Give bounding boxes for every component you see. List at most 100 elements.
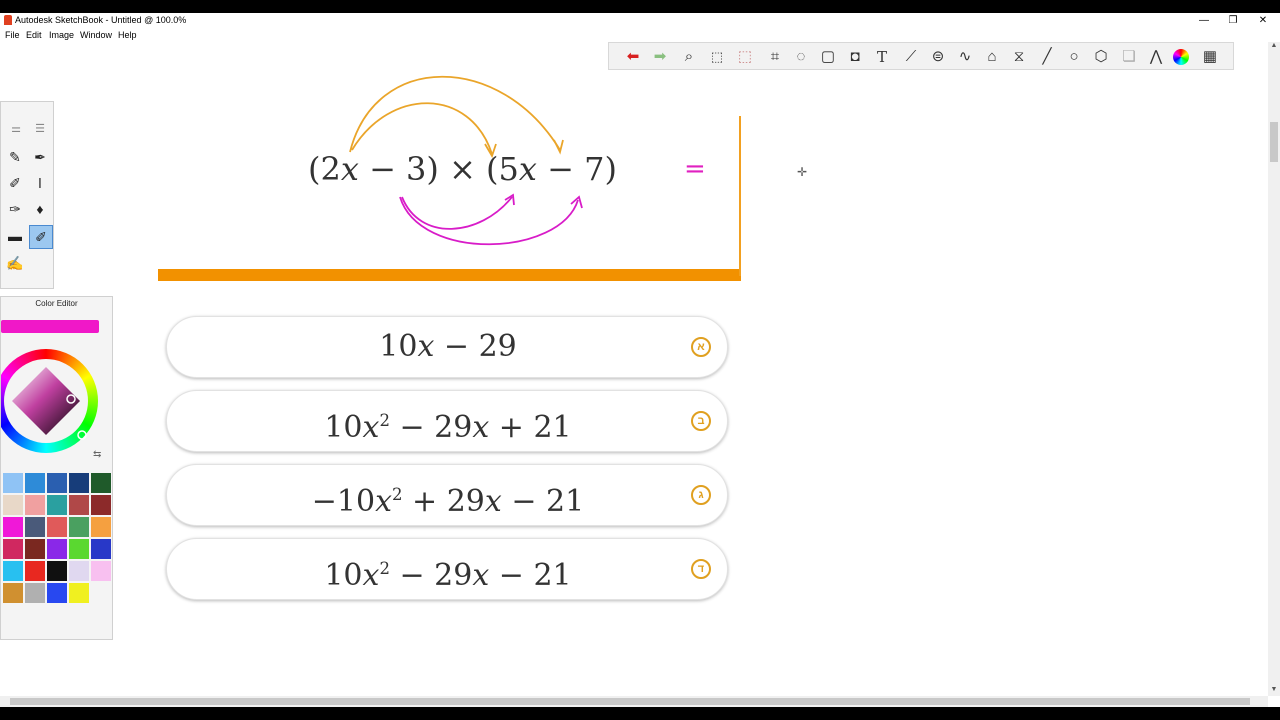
perspective-icon[interactable]: ⌂ [982, 47, 1002, 67]
brush-palette: ⚌ ☰ ✎ ✒ ✐ ǀ ✑ ♦ ▬ ✐ ✍ [0, 101, 54, 289]
answer-option-4[interactable]: 10x2 − 29x − 21 ד [166, 538, 728, 600]
equals-sign: = [684, 154, 706, 184]
brush-list-icon[interactable]: ☰ [29, 118, 51, 140]
color-swatch[interactable] [3, 495, 23, 515]
palette-grid-icon[interactable]: ▦ [1200, 47, 1220, 67]
undo-icon[interactable]: ⬅ [623, 47, 643, 67]
color-swatch[interactable] [47, 517, 67, 537]
menu-bar: File Edit Image Window Help [0, 28, 1280, 42]
french-curve-icon[interactable]: ∿ [955, 47, 975, 67]
color-swatch[interactable] [3, 583, 23, 603]
ellipse-icon[interactable]: ⊜ [928, 47, 948, 67]
color-swatch[interactable] [3, 517, 23, 537]
brush-library-icon[interactable]: ⋀ [1146, 47, 1166, 67]
orange-underline [158, 269, 741, 281]
color-editor-panel: Color Editor ⇆ [0, 296, 113, 640]
transform-icon[interactable]: ▢ [818, 47, 838, 67]
color-editor-title: Color Editor [35, 299, 78, 308]
color-swatch[interactable] [47, 539, 67, 559]
color-adjust-icon[interactable]: ⇆ [93, 449, 101, 460]
distribution-arrows [349, 76, 583, 246]
color-wheel[interactable] [1, 337, 111, 465]
color-swatch[interactable] [47, 495, 67, 515]
minimize-icon[interactable]: — [1189, 13, 1219, 28]
menu-image[interactable]: Image [49, 30, 74, 40]
color-swatch[interactable] [3, 473, 23, 493]
color-swatch[interactable] [25, 473, 45, 493]
fill-icon[interactable]: ◘ [845, 47, 865, 67]
fine-pen-brush-icon[interactable]: ǀ [29, 172, 51, 194]
close-icon[interactable]: ✕ [1248, 13, 1278, 28]
color-swatch[interactable] [3, 561, 23, 581]
text-icon[interactable]: T [872, 47, 892, 67]
ink-pen-brush-icon[interactable]: ✒ [29, 146, 51, 168]
color-swatch[interactable] [47, 473, 67, 493]
window-title: Autodesk SketchBook - Untitled @ 100.0% [15, 15, 187, 25]
color-swatch[interactable] [25, 583, 45, 603]
crosshair-cursor-icon: ✛ [797, 165, 808, 179]
brush-settings-icon[interactable]: ⚌ [5, 118, 27, 140]
horizontal-scrollbar[interactable] [0, 696, 1268, 707]
color-swatch[interactable] [3, 539, 23, 559]
option-letter-badge: ד [691, 559, 711, 579]
orange-vertical-line [739, 116, 741, 276]
option-expression: −10x2 + 29x − 21 [311, 484, 585, 519]
color-swatch[interactable] [25, 517, 45, 537]
color-swatch[interactable] [91, 495, 111, 515]
zoom-icon[interactable]: ⌕ [679, 47, 699, 67]
ruler-icon[interactable]: ⟋ [901, 47, 921, 67]
vertical-scrollbar[interactable]: ▲ ▼ [1268, 42, 1280, 696]
menu-edit[interactable]: Edit [26, 30, 42, 40]
color-swatch[interactable] [69, 473, 89, 493]
answer-option-1[interactable]: 10x − 29 א [166, 316, 728, 378]
symmetry-icon[interactable]: ⧖ [1009, 47, 1029, 67]
current-color-bar [1, 320, 99, 333]
color-swatch[interactable] [25, 539, 45, 559]
menu-file[interactable]: File [5, 30, 20, 40]
selected-brush-icon[interactable]: ✐ [29, 225, 53, 249]
answer-option-2[interactable]: 10x2 − 29x + 21 ב [166, 390, 728, 452]
option-letter-badge: ג [691, 485, 711, 505]
color-swatch[interactable] [47, 561, 67, 581]
vertical-scroll-thumb[interactable] [1270, 122, 1278, 162]
shapes-icon[interactable]: ⬡ [1091, 47, 1111, 67]
menu-help[interactable]: Help [118, 30, 137, 40]
option-expression: 10x − 29 [379, 329, 517, 364]
restore-icon[interactable]: ❐ [1218, 13, 1248, 28]
color-wheel-icon[interactable] [1173, 49, 1189, 65]
scroll-up-icon[interactable]: ▲ [1268, 42, 1280, 52]
marker-brush-icon[interactable]: ✐ [4, 172, 26, 194]
menu-window[interactable]: Window [80, 30, 112, 40]
color-swatch[interactable] [91, 473, 111, 493]
eraser-brush-icon[interactable]: ▬ [4, 225, 26, 247]
lasso-icon[interactable]: ◌ [791, 47, 811, 67]
color-swatch[interactable] [91, 561, 111, 581]
airbrush-brush-icon[interactable]: ♦ [29, 198, 51, 220]
answer-option-3[interactable]: −10x2 + 29x − 21 ג [166, 464, 728, 526]
color-swatch[interactable] [47, 583, 67, 603]
color-swatch[interactable] [69, 561, 89, 581]
color-swatch[interactable] [69, 517, 89, 537]
color-swatch[interactable] [25, 495, 45, 515]
pencil-brush-icon[interactable]: ✎ [4, 146, 26, 168]
option-letter-badge: ב [691, 411, 711, 431]
top-black-bar [0, 0, 1280, 13]
option-expression: 10x2 − 29x − 21 [324, 558, 572, 593]
crop-icon[interactable]: ⌗ [765, 47, 785, 67]
line-icon[interactable]: ╱ [1037, 47, 1057, 67]
color-swatch[interactable] [69, 539, 89, 559]
color-swatch[interactable] [91, 539, 111, 559]
color-swatch[interactable] [25, 561, 45, 581]
select-rect-icon[interactable]: ⬚ [707, 47, 727, 67]
horizontal-scroll-thumb[interactable] [10, 698, 1250, 705]
select-clear-icon[interactable]: ⬚ [735, 47, 755, 67]
felt-pen-brush-icon[interactable]: ✑ [4, 198, 26, 220]
layers-icon[interactable]: ❏ [1119, 47, 1139, 67]
color-swatch[interactable] [91, 517, 111, 537]
color-brush-icon[interactable]: ✍ [4, 252, 26, 274]
scroll-down-icon[interactable]: ▼ [1268, 686, 1280, 696]
color-swatch[interactable] [69, 495, 89, 515]
color-swatch[interactable] [69, 583, 89, 603]
circle-icon[interactable]: ○ [1064, 47, 1084, 67]
redo-icon[interactable]: ➡ [650, 47, 670, 67]
